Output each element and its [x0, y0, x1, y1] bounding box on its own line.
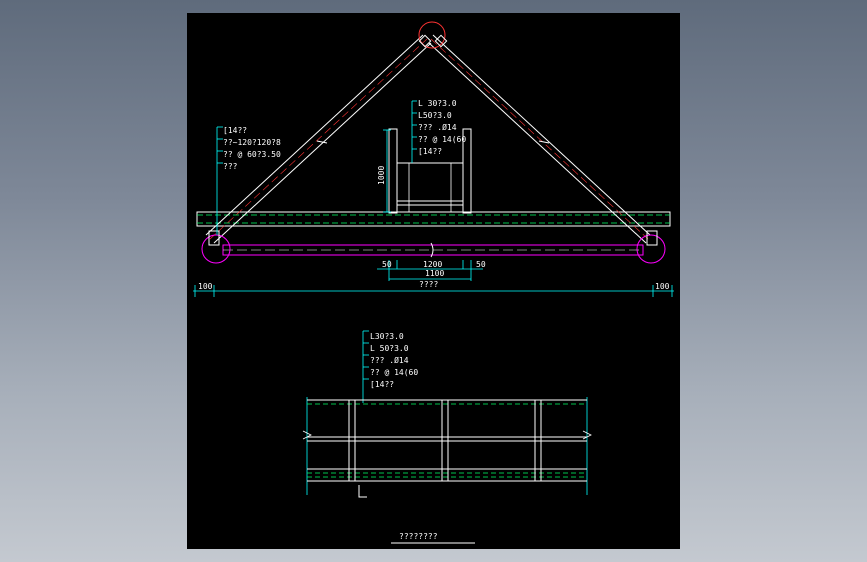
- drawing-title: ????????: [399, 532, 438, 541]
- left-callout-line-4: ???: [223, 162, 238, 171]
- dim-right-50: 50: [476, 260, 486, 269]
- dim-center-1200: 1200: [423, 260, 442, 269]
- left-callout-line-1: [14??: [223, 126, 247, 135]
- center-callout-line-5: [14??: [418, 147, 442, 156]
- left-callout: [14?? ??~120?120?8 ?? @ 60?3.50 ???: [216, 126, 281, 235]
- left-support-circle: [201, 234, 231, 264]
- edge-dim-right: 100: [655, 282, 670, 291]
- cad-drawing: 1000 [14?? ??~120?120?8 ?? @ 60?3.50 ???…: [193, 21, 674, 544]
- left-callout-line-3: ?? @ 60?3.50: [223, 150, 281, 159]
- plan-callout-line-4: ?? @ 14(60: [370, 368, 418, 377]
- plan-callout: L30?3.0 L 50?3.0 ??? .Ø14 ?? @ 14(60 [14…: [362, 330, 418, 403]
- plan-callout-line-1: L30?3.0: [370, 332, 404, 341]
- drawing-title-block: ????????: [391, 532, 475, 544]
- center-callout: L 30?3.0 L50?3.0 ??? .Ø14 ?? @ 14(60 [14…: [411, 99, 466, 163]
- dim-inner-1100: 1100: [425, 269, 444, 278]
- center-callout-line-4: ?? @ 14(60: [418, 135, 466, 144]
- plan-view: [302, 397, 592, 498]
- railing-dimensions: 50 1200 50 1100 ????: [377, 260, 486, 289]
- bottom-tie: [222, 242, 644, 258]
- plan-callout-line-2: L 50?3.0: [370, 344, 409, 353]
- left-callout-line-2: ??~120?120?8: [223, 138, 281, 147]
- plan-callout-line-3: ??? .Ø14: [370, 355, 409, 365]
- deck-beam: [196, 211, 671, 227]
- edge-dim-left: 100: [198, 282, 213, 291]
- center-callout-line-1: L 30?3.0: [418, 99, 457, 108]
- right-support-circle: [636, 234, 666, 264]
- dim-left-50: 50: [382, 260, 392, 269]
- drawing-sheet: 1000 [14?? ??~120?120?8 ?? @ 60?3.50 ???…: [187, 13, 680, 549]
- dim-span-label: ????: [419, 280, 438, 289]
- center-callout-line-3: ??? .Ø14: [418, 122, 457, 132]
- height-dim-label: 1000: [377, 166, 386, 185]
- plan-callout-line-5: [14??: [370, 380, 394, 389]
- center-callout-line-2: L50?3.0: [418, 111, 452, 120]
